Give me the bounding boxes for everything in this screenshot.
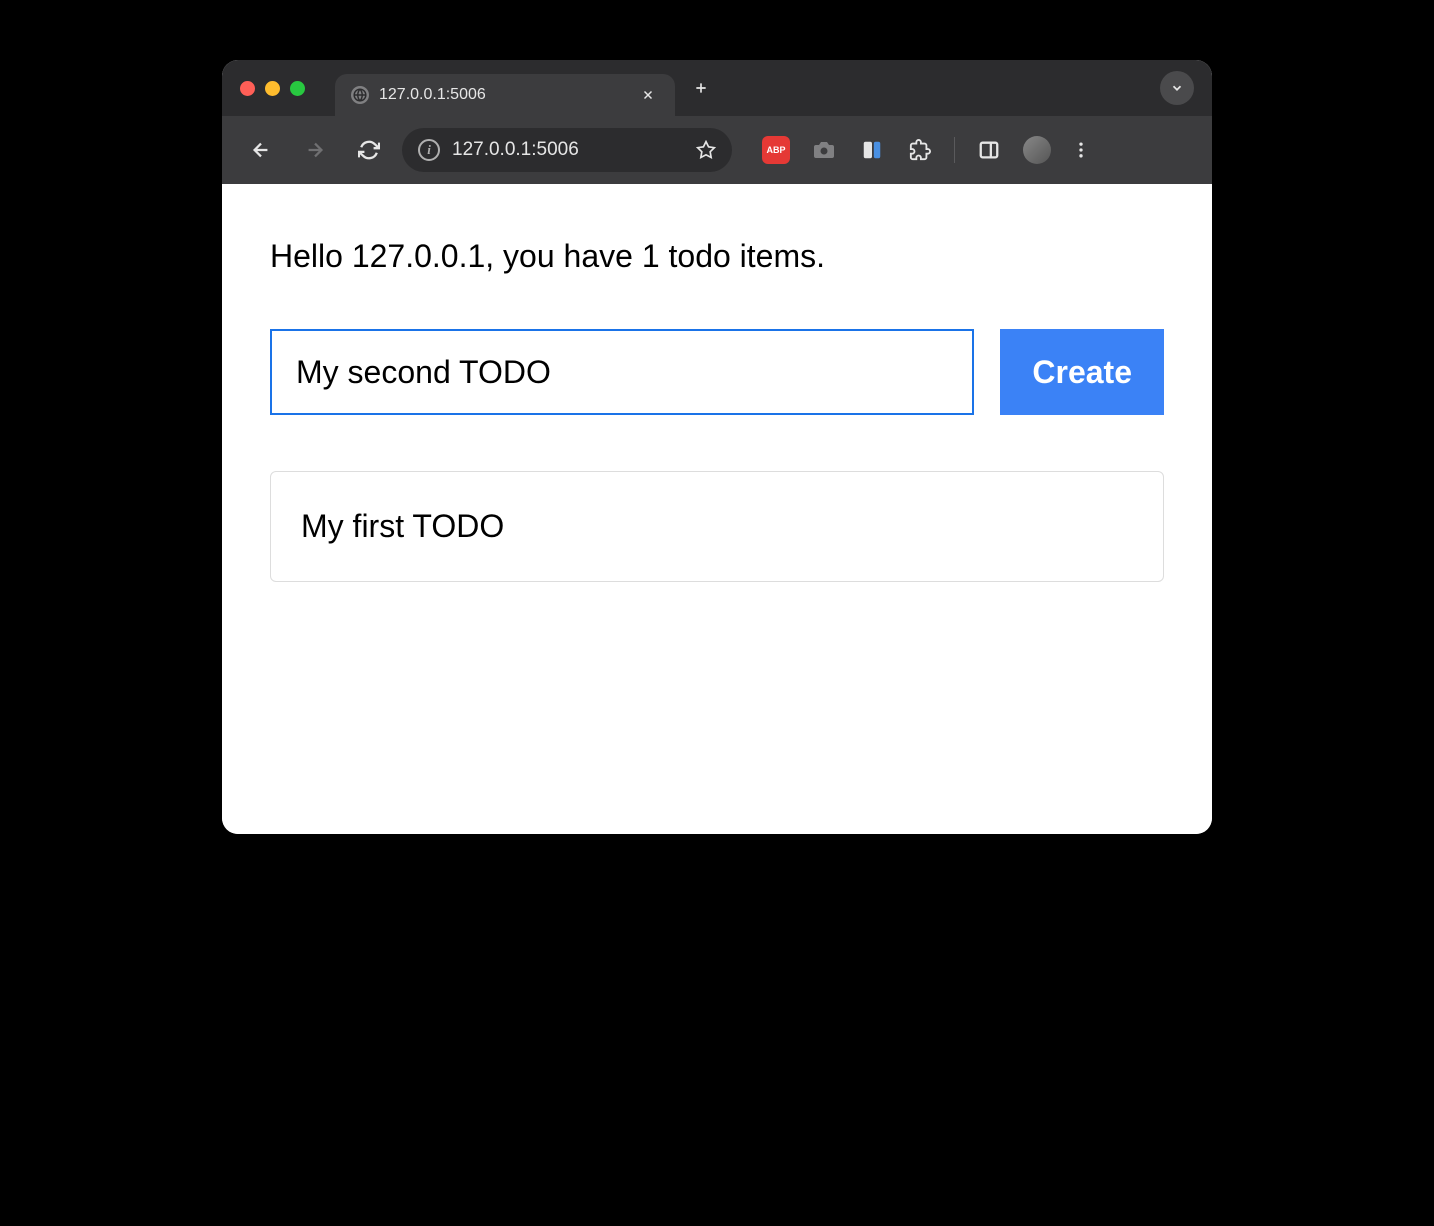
toolbar: i 127.0.0.1:5006 ABP (222, 116, 1212, 184)
titlebar-right (1160, 71, 1194, 105)
toolbar-icons: ABP (762, 136, 1091, 164)
globe-icon (351, 86, 369, 104)
traffic-lights (240, 81, 305, 96)
greeting-text: Hello 127.0.0.1, you have 1 todo items. (270, 238, 1164, 275)
side-panel-icon[interactable] (975, 136, 1003, 164)
tabs-extension-icon[interactable] (858, 136, 886, 164)
camera-extension-icon[interactable] (810, 136, 838, 164)
tabs-dropdown-button[interactable] (1160, 71, 1194, 105)
close-icon[interactable] (637, 88, 659, 102)
address-bar[interactable]: i 127.0.0.1:5006 (402, 128, 732, 172)
bookmark-icon[interactable] (696, 140, 716, 160)
page-content: Hello 127.0.0.1, you have 1 todo items. … (222, 184, 1212, 834)
kebab-menu-icon[interactable] (1071, 140, 1091, 160)
site-info-icon[interactable]: i (418, 139, 440, 161)
browser-window: 127.0.0.1:5006 i 127.0.0.1:5006 (222, 60, 1212, 834)
create-button[interactable]: Create (1000, 329, 1164, 415)
todo-item-text: My first TODO (301, 508, 504, 544)
todo-input[interactable] (270, 329, 974, 415)
back-button[interactable] (240, 133, 282, 167)
window-minimize-button[interactable] (265, 81, 280, 96)
window-maximize-button[interactable] (290, 81, 305, 96)
abp-extension-icon[interactable]: ABP (762, 136, 790, 164)
toolbar-divider (954, 137, 955, 163)
forward-button[interactable] (294, 133, 336, 167)
reload-button[interactable] (348, 133, 390, 167)
url-text: 127.0.0.1:5006 (452, 139, 684, 161)
create-form: Create (270, 329, 1164, 415)
tab-title: 127.0.0.1:5006 (379, 86, 627, 104)
extensions-icon[interactable] (906, 136, 934, 164)
new-tab-button[interactable] (693, 80, 709, 96)
window-close-button[interactable] (240, 81, 255, 96)
titlebar: 127.0.0.1:5006 (222, 60, 1212, 116)
profile-avatar[interactable] (1023, 136, 1051, 164)
todo-item: My first TODO (270, 471, 1164, 582)
browser-tab[interactable]: 127.0.0.1:5006 (335, 74, 675, 116)
